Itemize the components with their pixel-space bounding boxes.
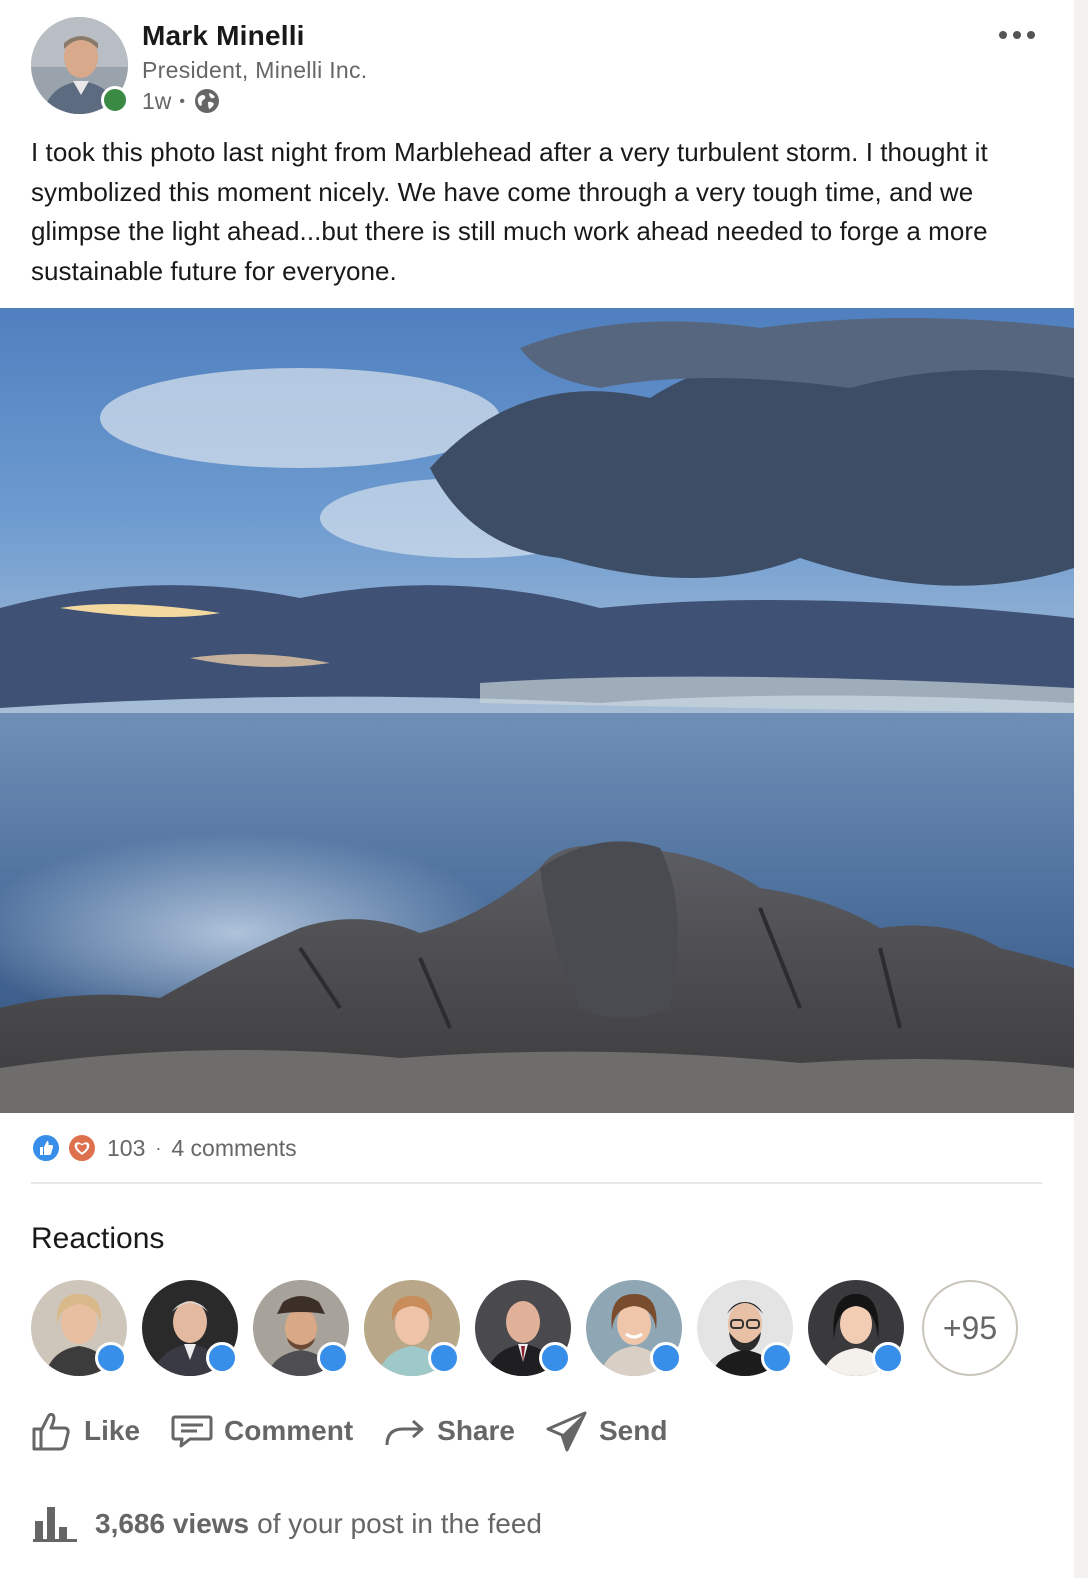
reactor-avatar[interactable] xyxy=(31,1280,127,1376)
post-views-stat[interactable]: 3,686 views of your post in the feed xyxy=(33,1505,542,1543)
author-name[interactable]: Mark Minelli xyxy=(142,20,305,52)
social-counts: 103 · 4 comments xyxy=(31,1130,297,1166)
reactor-avatar[interactable] xyxy=(475,1280,571,1376)
like-badge-icon xyxy=(317,1342,349,1374)
like-badge-icon xyxy=(539,1342,571,1374)
post-card: Mark Minelli President, Minelli Inc. 1w … xyxy=(0,0,1074,1578)
reactor-avatar[interactable] xyxy=(697,1280,793,1376)
counts-separator: · xyxy=(155,1137,162,1158)
meta-separator: • xyxy=(179,93,186,110)
send-label: Send xyxy=(598,1415,668,1446)
like-button[interactable]: Like xyxy=(30,1409,140,1453)
reactor-avatar[interactable] xyxy=(586,1280,682,1376)
share-button[interactable]: Share xyxy=(383,1409,515,1453)
more-dot-icon xyxy=(999,31,1007,39)
divider xyxy=(31,1182,1042,1184)
like-badge-icon xyxy=(872,1342,904,1374)
like-badge-icon xyxy=(206,1342,238,1374)
reaction-count[interactable]: 103 xyxy=(107,1135,145,1162)
online-status-indicator xyxy=(101,86,129,114)
reactor-avatar[interactable] xyxy=(142,1280,238,1376)
send-button[interactable]: Send xyxy=(545,1409,667,1453)
like-badge-icon xyxy=(95,1342,127,1374)
reactor-avatar[interactable] xyxy=(364,1280,460,1376)
post-timestamp: 1w xyxy=(142,87,172,114)
reactor-avatar[interactable] xyxy=(253,1280,349,1376)
bar-chart-icon xyxy=(33,1507,77,1542)
globe-icon xyxy=(195,89,220,113)
comment-button[interactable]: Comment xyxy=(170,1409,353,1453)
post-action-bar: Like Comment Share Send xyxy=(30,1405,697,1457)
share-arrow-icon xyxy=(385,1419,424,1446)
page-background xyxy=(1074,0,1088,1578)
like-badge-icon xyxy=(428,1342,460,1374)
like-label: Like xyxy=(84,1415,141,1446)
views-suffix: of your post in the feed xyxy=(257,1508,542,1539)
reactions-heading: Reactions xyxy=(31,1222,165,1255)
more-dot-icon xyxy=(1027,31,1035,39)
comment-label: Comment xyxy=(224,1415,354,1446)
share-label: Share xyxy=(437,1415,515,1446)
more-options-button[interactable] xyxy=(990,18,1044,52)
send-icon xyxy=(546,1411,587,1452)
love-reaction-icon xyxy=(67,1133,97,1163)
like-reaction-icon xyxy=(31,1133,61,1163)
more-reactors-button[interactable]: +95 xyxy=(922,1280,1018,1376)
post-meta: 1w • xyxy=(142,87,221,115)
reactor-avatar[interactable] xyxy=(808,1280,904,1376)
views-count: 3,686 views xyxy=(95,1508,250,1539)
post-image[interactable] xyxy=(0,308,1074,1113)
post-body-text: I took this photo last night from Marble… xyxy=(31,137,988,286)
like-badge-icon xyxy=(650,1342,682,1374)
comment-icon xyxy=(171,1415,213,1448)
more-dot-icon xyxy=(1013,31,1021,39)
like-badge-icon xyxy=(761,1342,793,1374)
comment-count[interactable]: 4 comments xyxy=(171,1135,296,1162)
author-headline: President, Minelli Inc. xyxy=(142,57,368,83)
thumbs-up-icon xyxy=(32,1412,70,1451)
